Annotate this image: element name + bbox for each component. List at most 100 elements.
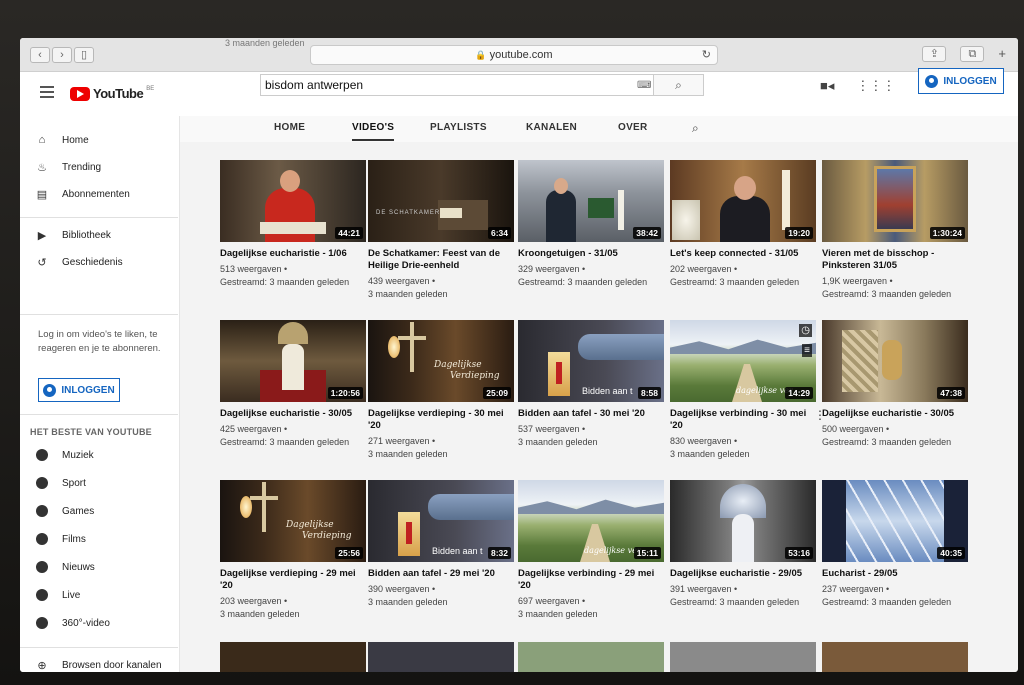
video-thumbnail-partial[interactable] bbox=[822, 642, 968, 672]
video-card[interactable]: Dagelijkse Verdieping 25:56 Dagelijkse verd… bbox=[220, 480, 366, 621]
video-views: 830 weergaven • bbox=[670, 436, 738, 446]
tab-kanalen[interactable]: KANALEN bbox=[526, 122, 577, 133]
watch-later-icon[interactable]: ◷ bbox=[799, 324, 812, 337]
video-meta: 391 weergaven • Gestreamd: 3 maanden gele… bbox=[670, 583, 816, 609]
video-thumbnail[interactable]: 1:30:24 bbox=[822, 160, 968, 242]
video-card[interactable]: Bidden aan t 8:32 Bidden aan tafel - 29 me… bbox=[368, 480, 514, 609]
channel-search-icon[interactable]: ⌕ bbox=[692, 121, 699, 136]
video-thumbnail[interactable]: 1:20:56 bbox=[220, 320, 366, 402]
video-title[interactable]: Vieren met de bisschop - Pinksteren 31/0… bbox=[822, 248, 968, 272]
search-button[interactable]: ⌕ bbox=[653, 75, 703, 95]
360video-icon bbox=[36, 617, 48, 629]
forward-icon[interactable]: › bbox=[52, 47, 72, 63]
video-age: Gestreamd: 3 maanden geleden bbox=[220, 437, 350, 447]
video-card[interactable]: 53:16 Dagelijkse eucharistie - 29/05 391 w… bbox=[670, 480, 816, 609]
sidebar-item-games[interactable]: Games bbox=[36, 505, 94, 517]
gold-figure bbox=[882, 340, 902, 380]
tab-home[interactable]: HOME bbox=[274, 122, 305, 133]
menu-icon[interactable] bbox=[40, 86, 54, 101]
video-card[interactable]: 19:20 Let's keep connected - 31/05 202 wee… bbox=[670, 160, 816, 289]
video-card[interactable]: dagelijkse ver 15:11 Dagelijkse verbinding… bbox=[518, 480, 664, 621]
video-title[interactable]: De Schatkamer: Feest van de Heilige Drie… bbox=[368, 248, 514, 272]
video-title[interactable]: Dagelijkse eucharistie - 1/06 bbox=[220, 248, 366, 260]
sidebar-item-films[interactable]: Films bbox=[36, 533, 86, 545]
address-bar[interactable]: 🔒 youtube.com ↻ bbox=[310, 45, 718, 65]
video-thumbnail[interactable]: DE SCHATKAMER 6:34 bbox=[368, 160, 514, 242]
video-title[interactable]: Let's keep connected - 31/05 bbox=[670, 248, 816, 260]
video-thumbnail[interactable]: Bidden aan t 8:58 bbox=[518, 320, 664, 402]
video-thumbnail[interactable]: 47:38 bbox=[822, 320, 968, 402]
overlay-line-1: Dagelijkse bbox=[286, 520, 334, 530]
video-thumbnail[interactable]: Bidden aan t 8:32 bbox=[368, 480, 514, 562]
video-card[interactable]: 40:35 Eucharist - 29/05 237 weergaven • Ges… bbox=[822, 480, 968, 609]
sidebar-item-trending[interactable]: ♨ Trending bbox=[36, 161, 101, 174]
video-thumbnail-partial[interactable] bbox=[368, 642, 514, 672]
video-title[interactable]: Eucharist - 29/05 bbox=[822, 568, 968, 580]
apps-grid-icon[interactable]: ⋮⋮⋮ bbox=[856, 78, 895, 94]
login-button-sidebar[interactable]: INLOGGEN bbox=[38, 378, 120, 402]
keyboard-icon[interactable]: ⌨ bbox=[637, 80, 651, 91]
video-title[interactable]: Dagelijkse verdieping - 29 mei '20 bbox=[220, 568, 366, 592]
sidebar-item-muziek[interactable]: Muziek bbox=[36, 449, 94, 461]
video-thumbnail[interactable]: dagelijkse ver 14:29 ◷ ≡ bbox=[670, 320, 816, 402]
sidebar-toggle-icon[interactable]: ▯ bbox=[74, 47, 94, 63]
video-card[interactable]: DE SCHATKAMER 6:34 De Schatkamer: Feest va… bbox=[368, 160, 514, 301]
video-title[interactable]: Dagelijkse verbinding - 30 mei '20 bbox=[670, 408, 816, 432]
sidebar-item-abonnementen[interactable]: ▤ Abonnementen bbox=[36, 188, 130, 201]
sidebar-item-live[interactable]: Live bbox=[36, 589, 80, 601]
sidebar-item-bibliotheek[interactable]: ▶ Bibliotheek bbox=[36, 229, 111, 242]
video-camera-icon[interactable]: ■◂ bbox=[820, 78, 834, 94]
search-input[interactable] bbox=[261, 75, 621, 95]
video-title[interactable]: Dagelijkse verbinding - 29 mei '20 bbox=[518, 568, 664, 592]
tab-over[interactable]: OVER bbox=[618, 122, 648, 133]
video-views: 391 weergaven • bbox=[670, 584, 738, 594]
video-thumbnail[interactable]: dagelijkse ver 15:11 bbox=[518, 480, 664, 562]
login-button-header[interactable]: INLOGGEN bbox=[918, 68, 1004, 94]
video-card[interactable]: 1:20:56 Dagelijkse eucharistie - 30/05 425… bbox=[220, 320, 366, 449]
video-card[interactable]: dagelijkse ver 14:29 ◷ ≡ Dagelijkse verbindi… bbox=[670, 320, 826, 461]
video-title[interactable]: Kroongetuigen - 31/05 bbox=[518, 248, 664, 260]
video-title[interactable]: Dagelijkse eucharistie - 29/05 bbox=[670, 568, 816, 580]
sidebar-item-geschiedenis[interactable]: ↺ Geschiedenis bbox=[36, 256, 122, 269]
video-title[interactable]: Bidden aan tafel - 30 mei '20 bbox=[518, 408, 664, 420]
video-thumbnail[interactable]: 53:16 bbox=[670, 480, 816, 562]
video-thumbnail[interactable]: 38:42 bbox=[518, 160, 664, 242]
video-thumbnail[interactable]: 40:35 bbox=[822, 480, 968, 562]
video-thumbnail[interactable]: Dagelijkse Verdieping 25:56 bbox=[220, 480, 366, 562]
video-thumbnail[interactable]: Dagelijkse Verdieping 25:09 bbox=[368, 320, 514, 402]
video-card[interactable]: 38:42 Kroongetuigen - 31/05 329 weergaven … bbox=[518, 160, 664, 289]
reload-icon[interactable]: ↻ bbox=[702, 46, 711, 64]
video-card[interactable]: Bidden aan t 8:58 Bidden aan tafel - 30 me… bbox=[518, 320, 664, 449]
video-title[interactable]: Dagelijkse eucharistie - 30/05 bbox=[822, 408, 968, 420]
video-card[interactable]: Dagelijkse Verdieping 25:09 Dagelijkse verd… bbox=[368, 320, 514, 461]
sidebar-item-browse-channels[interactable]: ⊕ Browsen door kanalen bbox=[36, 659, 161, 672]
video-views: 329 weergaven • bbox=[518, 264, 586, 274]
new-tab-icon[interactable]: + bbox=[998, 46, 1006, 62]
video-card[interactable]: 47:38 Dagelijkse eucharistie - 30/05 500 w… bbox=[822, 320, 968, 449]
youtube-play-icon bbox=[70, 86, 90, 101]
back-icon[interactable]: ‹ bbox=[30, 47, 50, 63]
video-duration: 25:56 bbox=[335, 547, 363, 559]
sidebar-item-nieuws[interactable]: Nieuws bbox=[36, 561, 95, 573]
video-thumbnail[interactable]: 19:20 bbox=[670, 160, 816, 242]
video-title[interactable]: Dagelijkse verdieping - 30 mei '20 bbox=[368, 408, 514, 432]
sidebar-item-sport[interactable]: Sport bbox=[36, 477, 86, 489]
youtube-logo[interactable]: YouTube BE bbox=[70, 86, 154, 101]
sidebar-item-home[interactable]: ⌂ Home bbox=[36, 134, 89, 146]
video-age: Gestreamd: 3 maanden geleden bbox=[220, 277, 350, 287]
add-to-queue-icon[interactable]: ≡ bbox=[802, 344, 812, 357]
tabs-icon[interactable]: ⧉ bbox=[960, 46, 985, 62]
video-title[interactable]: Bidden aan tafel - 29 mei '20 bbox=[368, 568, 514, 580]
video-meta: 203 weergaven • 3 maanden geleden bbox=[220, 595, 366, 621]
video-thumbnail-partial[interactable] bbox=[670, 642, 816, 672]
sidebar-item-360video[interactable]: 360°-video bbox=[36, 617, 110, 629]
video-thumbnail-partial[interactable] bbox=[220, 642, 366, 672]
tab-playlists[interactable]: PLAYLISTS bbox=[430, 122, 487, 133]
video-card[interactable]: 44:21 Dagelijkse eucharistie - 1/06 513 we… bbox=[220, 160, 366, 289]
video-thumbnail[interactable]: 44:21 bbox=[220, 160, 366, 242]
share-icon[interactable]: ⇪ bbox=[922, 46, 947, 62]
tab-videos[interactable]: VIDEO'S bbox=[352, 122, 395, 141]
video-thumbnail-partial[interactable] bbox=[518, 642, 664, 672]
video-card[interactable]: 1:30:24 Vieren met de bisschop - Pinkster… bbox=[822, 160, 968, 301]
video-title[interactable]: Dagelijkse eucharistie - 30/05 bbox=[220, 408, 366, 420]
